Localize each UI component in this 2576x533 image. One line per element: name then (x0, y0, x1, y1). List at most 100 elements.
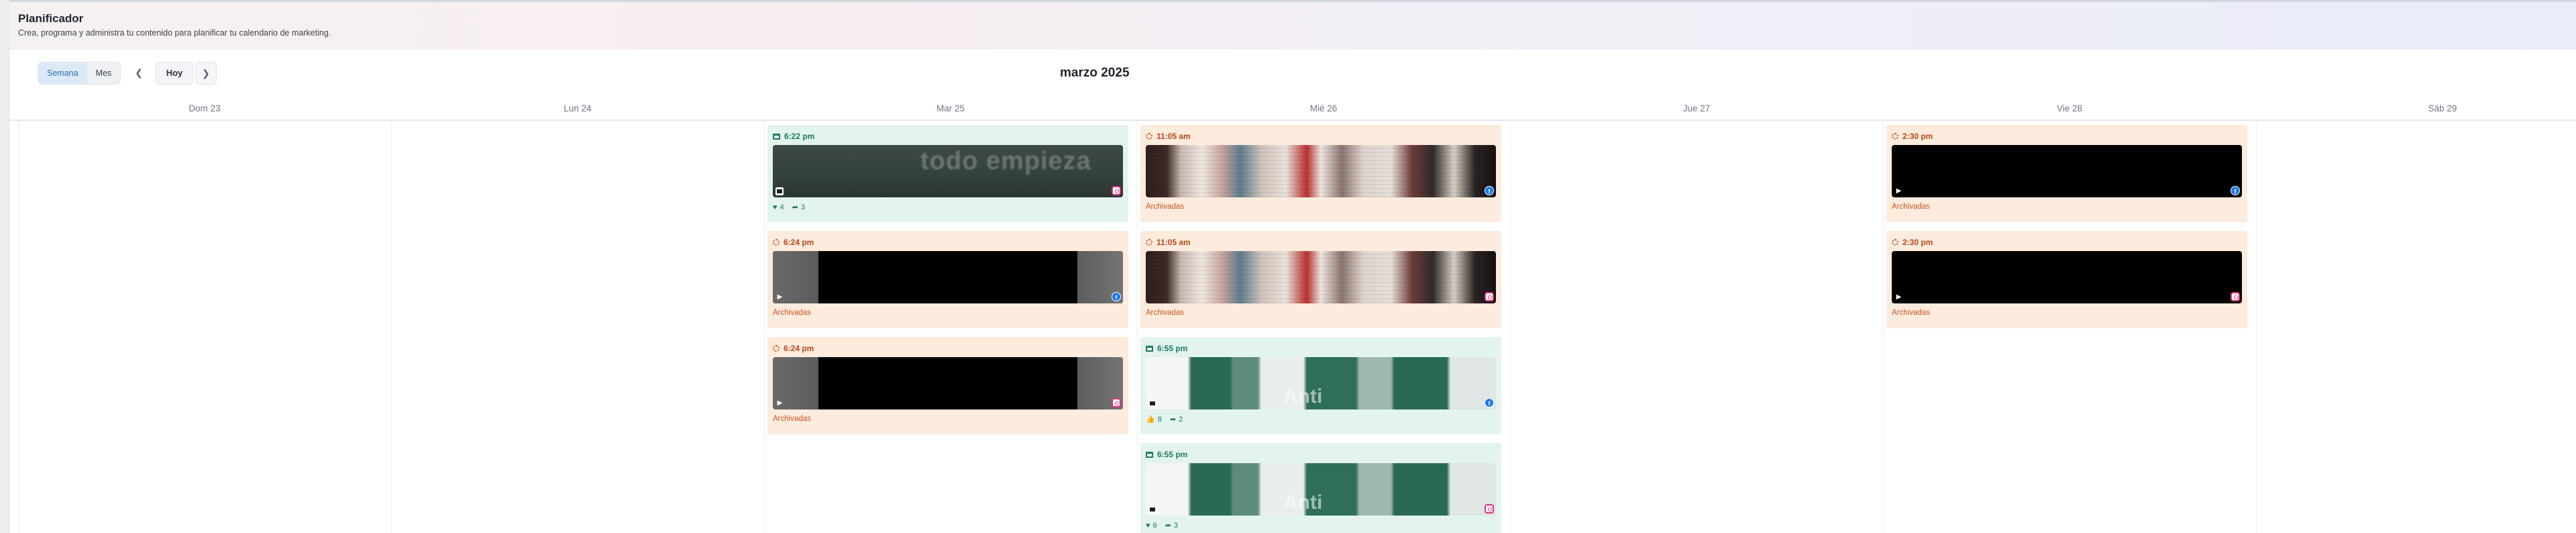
post-thumbnail[interactable]: ▶ (1892, 251, 2242, 303)
month-label: marzo 2025 (1060, 66, 1130, 80)
page-subtitle: Crea, programa y administra tu contenido… (18, 28, 331, 38)
shares-count: 3 (800, 203, 805, 211)
post-card[interactable]: 11:05 am f Archivadas (1140, 125, 1501, 222)
carousel-icon (1148, 399, 1157, 407)
post-time: 6:55 pm (1157, 344, 1188, 353)
post-thumbnail[interactable]: Anti f (1146, 357, 1496, 409)
column-divider (391, 121, 392, 533)
column-divider (2256, 121, 2257, 533)
post-card[interactable]: 11:05 am Archivadas (1140, 231, 1501, 328)
post-card[interactable]: 2:30 pm ▶ f Archivadas (1886, 125, 2247, 222)
likes-count: 6 (1152, 521, 1157, 530)
post-card[interactable]: 6:22 pm todo empieza ♥ 4 ➦ 3 (767, 125, 1128, 222)
instagram-icon (1112, 398, 1121, 407)
share-icon: ➦ (1169, 416, 1177, 424)
instagram-icon (1485, 504, 1494, 514)
day-header-wed: Mié 26 (1309, 103, 1338, 113)
share-icon: ➦ (792, 203, 798, 211)
post-card[interactable]: 6:24 pm ▶ f Archivadas (767, 231, 1128, 328)
day-header-thu: Jue 27 (1682, 103, 1711, 113)
page-header (0, 0, 2576, 50)
day-header-fri: Vie 28 (2056, 103, 2083, 113)
status-label: Archivadas (773, 309, 811, 317)
chevron-right-icon[interactable]: ❯ (195, 62, 217, 85)
post-time: 6:24 pm (784, 344, 814, 353)
archived-icon (773, 239, 780, 246)
status-label: Archivadas (773, 415, 811, 423)
archived-icon (1146, 239, 1152, 246)
likes-count: 4 (780, 203, 784, 211)
post-thumbnail[interactable]: f (1146, 145, 1496, 197)
status-label: Archivadas (1892, 203, 1930, 211)
column-divider (18, 121, 19, 533)
status-label: Archivadas (1146, 203, 1184, 211)
post-card[interactable]: 6:55 pm Anti f 👍 8 ➦ 2 (1140, 337, 1501, 434)
facebook-icon: f (1112, 292, 1121, 301)
post-card[interactable]: 6:55 pm Anti ♥ 6 ➦ 3 (1140, 443, 1501, 533)
play-icon: ▶ (1896, 187, 1902, 195)
status-label: Archivadas (1892, 309, 1930, 317)
instagram-icon (1485, 292, 1494, 301)
post-stats: 👍 8 ➦ 2 (1146, 415, 1183, 424)
view-week-button[interactable]: Semana (38, 62, 87, 84)
post-time: 2:30 pm (1902, 238, 1933, 247)
post-thumbnail[interactable]: Anti (1146, 463, 1496, 516)
carousel-icon (775, 187, 784, 195)
shares-count: 2 (1179, 415, 1183, 424)
archived-icon (1146, 133, 1152, 140)
post-time: 6:55 pm (1157, 450, 1188, 459)
post-thumbnail[interactable] (1146, 251, 1496, 303)
column-divider (764, 121, 765, 533)
day-header-sat: Sáb 29 (2428, 103, 2457, 113)
post-time: 6:24 pm (784, 238, 814, 247)
archived-icon (1892, 239, 1898, 246)
post-time: 2:30 pm (1902, 132, 1933, 141)
status-label: Archivadas (1146, 309, 1184, 317)
instagram-icon (2231, 292, 2240, 301)
column-divider (1137, 121, 1138, 533)
share-icon: ➦ (1165, 522, 1171, 530)
day-header-tue: Mar 25 (936, 103, 965, 113)
post-time: 11:05 am (1157, 132, 1191, 141)
post-thumbnail[interactable]: ▶ f (1892, 145, 2242, 197)
column-divider (1883, 121, 1884, 533)
calendar-icon (1146, 451, 1153, 458)
sidebar-edge (0, 0, 9, 533)
column-divider (1510, 121, 1511, 533)
day-header-sun: Dom 23 (189, 103, 221, 113)
post-time: 11:05 am (1157, 238, 1191, 247)
instagram-icon (1112, 186, 1121, 195)
likes-count: 8 (1157, 415, 1162, 424)
play-icon: ▶ (1896, 293, 1902, 301)
heart-icon: ♥ (1146, 521, 1150, 530)
heart-icon: ♥ (773, 203, 777, 211)
thumbnail-text: Anti (1283, 491, 1323, 514)
chevron-left-icon[interactable]: ❮ (129, 62, 148, 85)
thumbs-up-icon: 👍 (1146, 416, 1155, 424)
post-thumbnail[interactable]: ▶ f (773, 251, 1123, 303)
post-time: 6:22 pm (784, 132, 815, 141)
calendar-icon (1146, 345, 1153, 352)
thumbnail-text: todo empieza (920, 147, 1091, 175)
play-icon: ▶ (777, 293, 783, 301)
calendar-icon (773, 133, 780, 140)
header-divider (9, 119, 2576, 121)
post-card[interactable]: 2:30 pm ▶ Archivadas (1886, 231, 2247, 328)
post-stats: ♥ 4 ➦ 3 (773, 203, 805, 212)
view-switch: Semana Mes (38, 62, 121, 85)
view-month-button[interactable]: Mes (87, 62, 121, 84)
facebook-icon: f (1485, 186, 1494, 195)
post-stats: ♥ 6 ➦ 3 (1146, 521, 1178, 530)
facebook-icon: f (1485, 398, 1494, 407)
archived-icon (773, 345, 780, 352)
today-button[interactable]: Hoy (156, 62, 193, 85)
page-title: Planificador (18, 12, 84, 25)
day-header-mon: Lun 24 (564, 103, 592, 113)
facebook-icon: f (2231, 186, 2240, 195)
shares-count: 3 (1173, 521, 1178, 530)
carousel-icon (1148, 505, 1157, 514)
post-thumbnail[interactable]: ▶ (773, 357, 1123, 409)
post-thumbnail[interactable]: todo empieza (773, 145, 1123, 197)
post-card[interactable]: 6:24 pm ▶ Archivadas (767, 337, 1128, 434)
play-icon: ▶ (777, 399, 783, 407)
